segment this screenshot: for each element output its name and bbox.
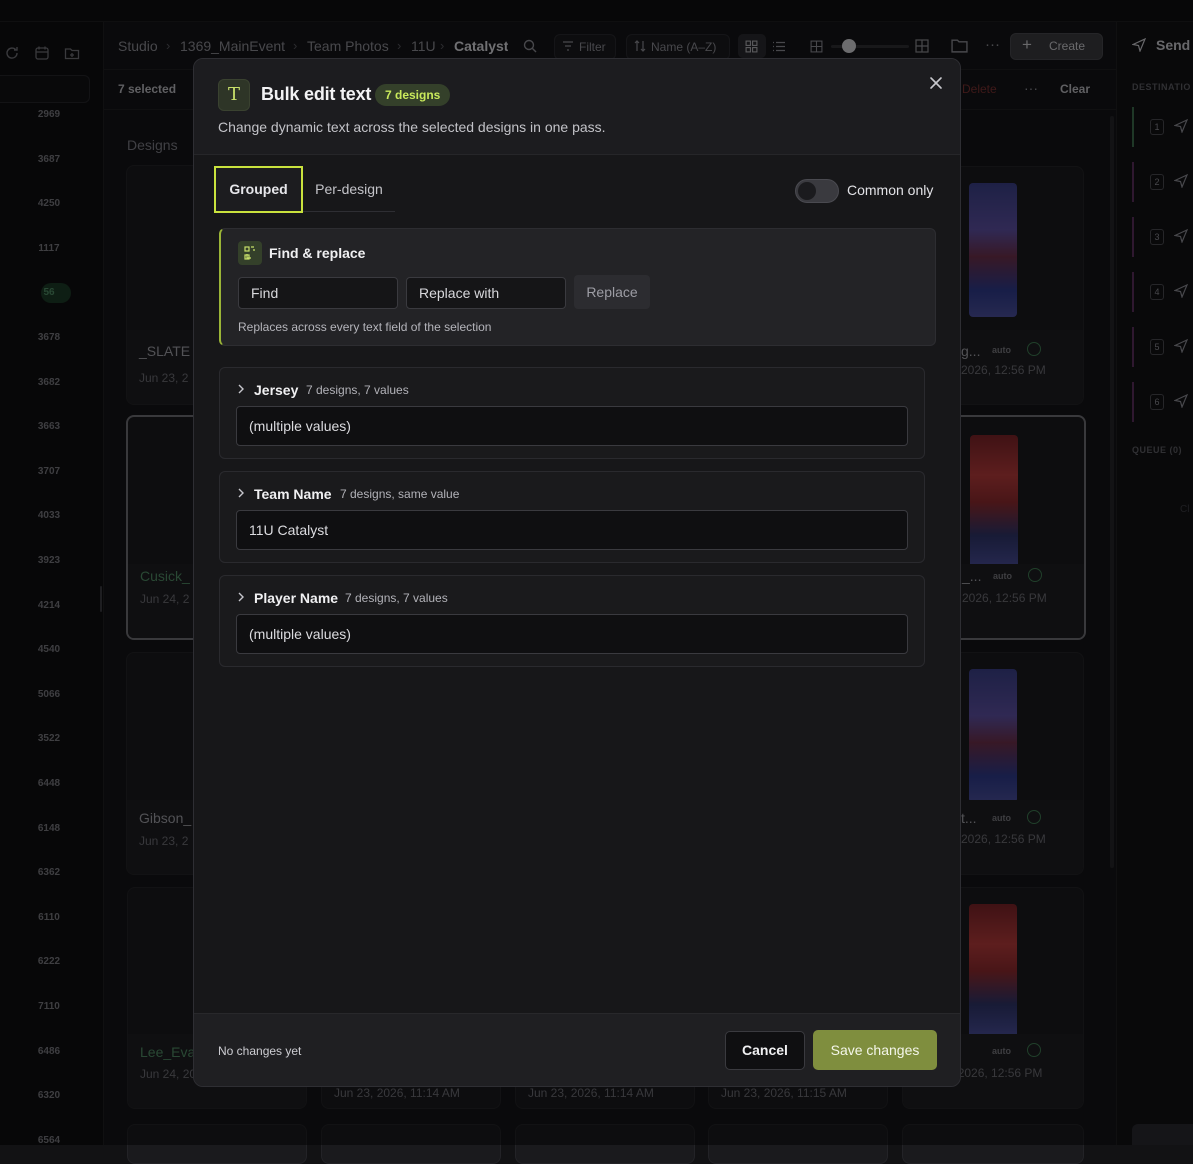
replace-with-placeholder: Replace with — [419, 285, 500, 301]
field-value: (multiple values) — [249, 418, 351, 434]
change-status: No changes yet — [218, 1044, 302, 1058]
dialog-header: T Bulk edit text 7 designs Change dynami… — [194, 59, 960, 155]
find-replace-panel: Find & replace Find Replace with Replace… — [219, 228, 936, 346]
find-replace-title: Find & replace — [269, 245, 366, 261]
field-group-team-name: Team Name 7 designs, same value 11U Cata… — [219, 471, 925, 563]
find-input[interactable]: Find — [238, 277, 398, 309]
save-changes-button[interactable]: Save changes — [813, 1030, 937, 1070]
tab-per-design[interactable]: Per-design — [303, 166, 395, 213]
cancel-button[interactable]: Cancel — [725, 1031, 805, 1070]
toggle-knob — [798, 182, 816, 200]
design-count-badge: 7 designs — [375, 84, 451, 106]
field-group-jersey: Jersey 7 designs, 7 values (multiple val… — [219, 367, 925, 459]
field-meta: 7 designs, 7 values — [345, 591, 448, 605]
player-name-value-input[interactable]: (multiple values) — [236, 614, 908, 654]
dialog-subtitle: Change dynamic text across the selected … — [218, 119, 606, 135]
close-icon[interactable] — [926, 73, 946, 93]
jersey-value-input[interactable]: (multiple values) — [236, 406, 908, 446]
chevron-right-icon[interactable] — [236, 590, 246, 604]
field-meta: 7 designs, same value — [340, 487, 460, 501]
text-icon: T — [218, 79, 250, 111]
common-only-toggle[interactable] — [795, 179, 839, 203]
tab-label: Per-design — [315, 181, 383, 197]
dialog-footer: No changes yet Cancel Save changes — [194, 1013, 960, 1086]
field-meta: 7 designs, 7 values — [306, 383, 409, 397]
field-name: Jersey — [254, 382, 299, 398]
common-only-label: Common only — [847, 182, 934, 198]
field-value: (multiple values) — [249, 626, 351, 642]
chevron-right-icon[interactable] — [236, 382, 246, 396]
tab-grouped[interactable]: Grouped — [214, 166, 303, 213]
replace-button[interactable]: Replace — [574, 275, 650, 309]
replace-with-input[interactable]: Replace with — [406, 277, 566, 309]
dialog-title: Bulk edit text — [261, 84, 372, 104]
field-group-player-name: Player Name 7 designs, 7 values (multipl… — [219, 575, 925, 667]
field-name: Team Name — [254, 486, 332, 502]
tab-underline — [303, 211, 395, 212]
find-replace-hint: Replaces across every text field of the … — [238, 320, 492, 334]
find-placeholder: Find — [251, 285, 279, 301]
find-replace-icon — [238, 241, 262, 265]
bulk-edit-text-dialog: T Bulk edit text 7 designs Change dynami… — [193, 58, 961, 1087]
chevron-right-icon[interactable] — [236, 486, 246, 500]
tab-label: Grouped — [229, 181, 288, 197]
team-name-value-input[interactable]: 11U Catalyst — [236, 510, 908, 550]
field-value: 11U Catalyst — [249, 522, 329, 538]
field-name: Player Name — [254, 590, 339, 606]
